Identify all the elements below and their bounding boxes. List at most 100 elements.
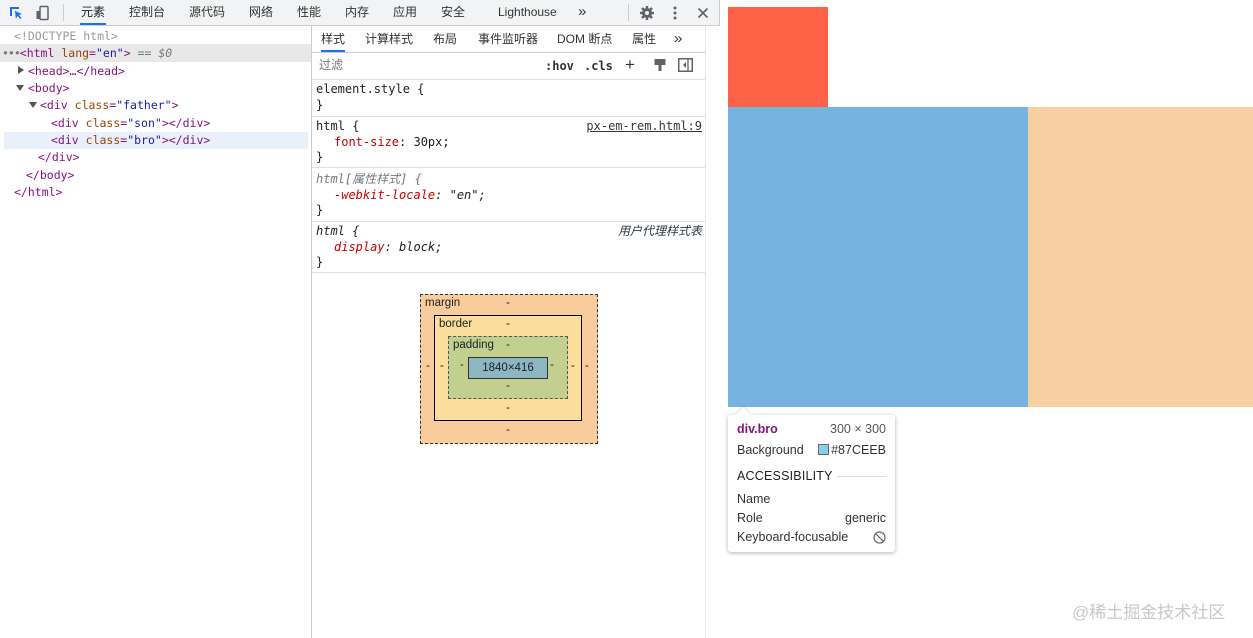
devtools-panel: 元素 控制台 源代码 网络 性能 内存 应用 安全 Lighthouse » <… xyxy=(0,0,720,638)
rule-html-author: html { px-em-rem.html:9 font-size: 30px;… xyxy=(312,117,705,168)
tab-network[interactable]: 网络 xyxy=(248,0,274,25)
border-right-value[interactable]: - xyxy=(571,360,575,372)
more-options-icon[interactable] xyxy=(666,4,684,22)
styles-pane: 样式 计算样式 布局 事件监听器 DOM 断点 属性 » :hov .cls +… xyxy=(312,26,705,638)
tree-head-node[interactable]: <head>…</head> xyxy=(28,63,125,80)
padding-bottom-value[interactable]: - xyxy=(506,380,510,392)
tab-elements[interactable]: 元素 xyxy=(80,0,107,25)
border-top-value[interactable]: - xyxy=(506,318,510,330)
background-color-value: #87CEEB xyxy=(831,443,886,457)
rule-source-link[interactable]: px-em-rem.html:9 xyxy=(586,118,702,134)
tree-father-node[interactable]: <div class="father"> xyxy=(40,97,179,114)
padding-left-value[interactable]: - xyxy=(460,359,464,371)
tree-body-close[interactable]: </body> xyxy=(26,167,74,184)
tree-son-node[interactable]: <div class="son"></div> xyxy=(51,115,210,132)
styles-filter-bar: :hov .cls + xyxy=(312,53,705,80)
tree-doctype[interactable]: <!DOCTYPE html> xyxy=(14,28,118,45)
ellipsis-icon: ••• xyxy=(2,46,21,60)
margin-top-value[interactable]: - xyxy=(506,297,510,309)
tooltip-background-row: Background #87CEEB xyxy=(737,443,886,457)
subtab-dom-breakpoints[interactable]: DOM 断点 xyxy=(557,26,612,52)
paint-brush-icon[interactable] xyxy=(653,58,667,75)
rule-source-user-agent: 用户代理样式表 xyxy=(617,224,702,238)
box-model-border[interactable]: border - - - - padding - - - - 1840×416 xyxy=(434,315,582,421)
margin-bottom-value[interactable]: - xyxy=(506,424,510,436)
section-divider xyxy=(837,476,886,477)
tree-html-close[interactable]: </html> xyxy=(14,184,62,201)
tooltip-name-row: Name xyxy=(737,492,771,506)
tab-memory[interactable]: 内存 xyxy=(344,0,370,25)
tab-console[interactable]: 控制台 xyxy=(128,0,166,25)
box-model-padding[interactable]: padding - - - - 1840×416 xyxy=(448,336,568,399)
rule-html-attribute-style: html[属性样式] { -webkit-locale: "en"; } xyxy=(312,168,705,222)
rule-selector[interactable]: html { xyxy=(316,118,359,134)
padding-top-value[interactable]: - xyxy=(506,339,510,351)
rule-selector: html { xyxy=(316,224,360,238)
tooltip-keyboard-row: Keyboard-focusable xyxy=(737,528,886,546)
device-toolbar-icon[interactable] xyxy=(34,4,52,22)
expand-triangle-icon[interactable] xyxy=(18,66,24,74)
hov-button[interactable]: :hov xyxy=(545,59,574,73)
rule-html-user-agent: html { 用户代理样式表 display: block; } xyxy=(312,222,705,273)
styles-scrollbar[interactable] xyxy=(705,26,720,638)
tab-application[interactable]: 应用 xyxy=(392,0,418,25)
rule-close-brace: } xyxy=(316,150,324,164)
rule-declaration[interactable]: font-size: 30px; xyxy=(334,134,450,150)
box-model-content-size[interactable]: 1840×416 xyxy=(468,357,548,379)
cls-button[interactable]: .cls xyxy=(584,59,613,73)
styles-subtabs: 样式 计算样式 布局 事件监听器 DOM 断点 属性 » xyxy=(312,26,705,53)
son-box xyxy=(728,7,828,107)
close-icon[interactable] xyxy=(694,4,712,22)
border-bottom-value[interactable]: - xyxy=(506,402,510,414)
accessibility-heading: ACCESSIBILITY xyxy=(737,469,833,483)
subtab-layout[interactable]: 布局 xyxy=(433,26,457,52)
tooltip-role-row: Role generic xyxy=(737,511,886,525)
subtab-properties[interactable]: 属性 xyxy=(632,26,656,52)
rule-close-brace: } xyxy=(316,98,324,112)
margin-left-value[interactable]: - xyxy=(426,360,430,372)
toolbar-separator xyxy=(628,4,629,21)
padding-label: padding xyxy=(453,339,494,351)
tooltip-header: div.bro 300 × 300 xyxy=(737,420,886,438)
rule-close-brace: } xyxy=(316,255,324,269)
more-subtabs-button[interactable]: » xyxy=(674,26,682,52)
margin-right-value[interactable]: - xyxy=(585,360,589,372)
tab-security[interactable]: 安全 xyxy=(440,0,466,25)
border-left-value[interactable]: - xyxy=(440,360,444,372)
new-style-rule-button[interactable]: + xyxy=(625,55,635,75)
settings-gear-icon[interactable] xyxy=(638,4,656,22)
rule-element-style: element.style { } xyxy=(312,80,705,117)
watermark: @稀土掘金技术社区 xyxy=(1072,603,1226,622)
tab-performance[interactable]: 性能 xyxy=(296,0,322,25)
father-margin-highlight xyxy=(1028,107,1253,407)
box-model-margin[interactable]: margin - - - - border - - - - padding - … xyxy=(420,294,598,444)
subtab-computed[interactable]: 计算样式 xyxy=(365,26,413,52)
rule-selector[interactable]: element.style { xyxy=(316,81,424,97)
not-allowed-icon xyxy=(873,531,886,549)
tree-html-node[interactable]: •••<html lang="en"> == $0 xyxy=(2,45,172,62)
filter-input[interactable] xyxy=(315,56,541,74)
tree-div-close[interactable]: </div> xyxy=(38,149,80,166)
elements-tree: <!DOCTYPE html> •••<html lang="en"> == $… xyxy=(0,26,312,638)
tab-sources[interactable]: 源代码 xyxy=(188,0,226,25)
tree-bro-node[interactable]: <div class="bro"></div> xyxy=(51,132,210,149)
rule-declaration: -webkit-locale: "en"; xyxy=(334,188,486,202)
subtab-styles[interactable]: 样式 xyxy=(321,26,346,52)
rule-close-brace: } xyxy=(316,203,324,217)
rule-declaration: display: block; xyxy=(334,240,443,254)
border-label: border xyxy=(439,318,473,330)
inspect-tooltip: div.bro 300 × 300 Background #87CEEB ACC… xyxy=(728,406,895,552)
inspect-element-icon[interactable] xyxy=(7,4,25,22)
collapse-triangle-icon[interactable] xyxy=(29,102,37,108)
tab-lighthouse[interactable]: Lighthouse xyxy=(497,0,558,25)
tooltip-accessibility-section: ACCESSIBILITY xyxy=(737,467,886,485)
tree-body-node[interactable]: <body> xyxy=(28,80,70,97)
collapse-triangle-icon[interactable] xyxy=(16,85,24,91)
toggle-sidebar-icon[interactable] xyxy=(678,58,693,75)
color-swatch xyxy=(818,444,830,455)
subtab-event-listeners[interactable]: 事件监听器 xyxy=(478,26,538,52)
toolbar-separator xyxy=(63,4,64,21)
padding-right-value[interactable]: - xyxy=(550,359,554,371)
more-tabs-button[interactable]: » xyxy=(577,0,587,25)
rule-selector[interactable]: html[属性样式] { xyxy=(316,171,422,187)
